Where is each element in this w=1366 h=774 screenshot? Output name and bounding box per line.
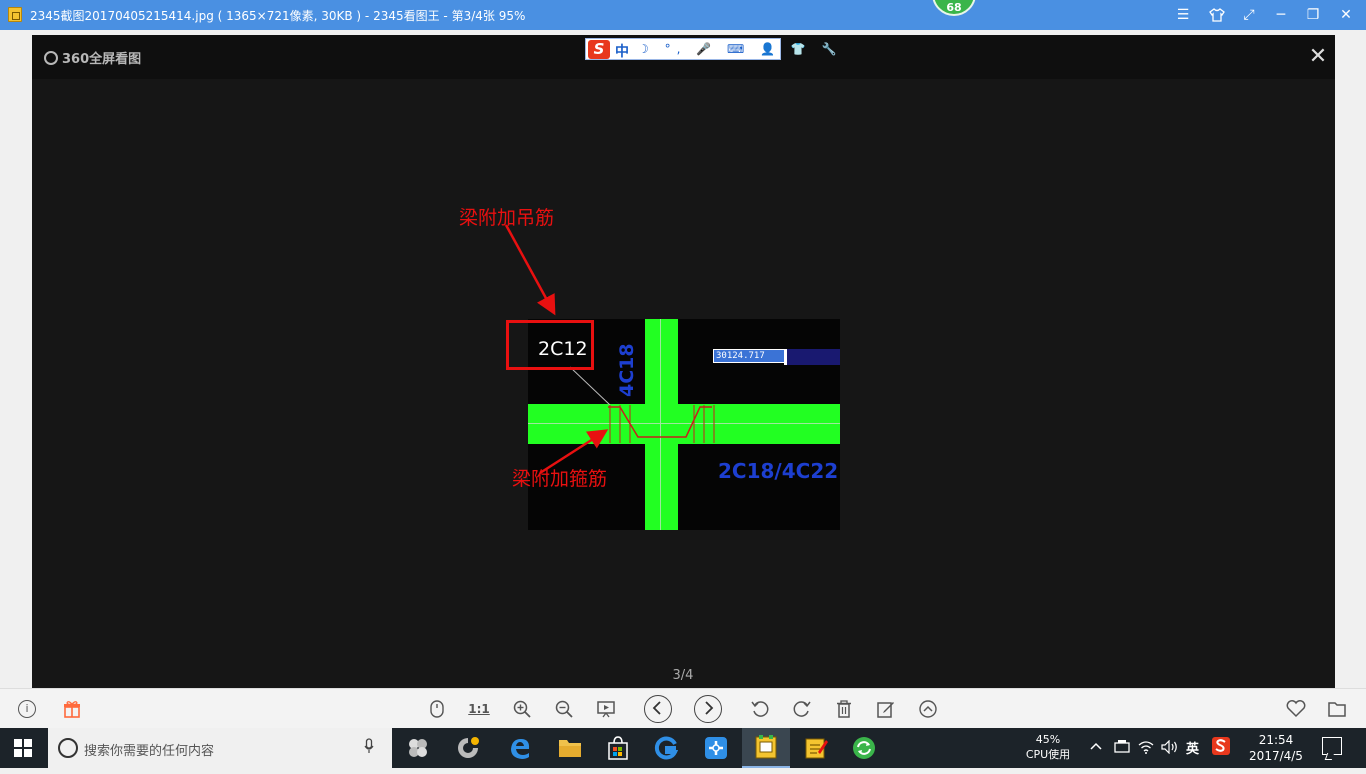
restore-button[interactable]: ❐	[1297, 0, 1329, 30]
taskbar-app-2345-viewer-icon[interactable]	[742, 728, 790, 768]
taskbar-app-remote-icon[interactable]	[692, 728, 740, 768]
delete-icon[interactable]	[832, 697, 856, 721]
taskbar-app-edge-icon[interactable]	[496, 728, 544, 768]
previous-image-button[interactable]	[644, 695, 672, 723]
windows-taskbar: 搜索你需要的任何内容 45% CPU使用 英 21:54 2017/4/5	[0, 728, 1366, 768]
next-image-button[interactable]	[694, 695, 722, 723]
action-center-icon[interactable]	[1322, 737, 1342, 755]
vertical-rebar-label: 4C18	[616, 343, 638, 397]
annotation-hanger-bar: 梁附加吊筋	[459, 207, 555, 229]
coordinate-input: 30124.717	[713, 349, 785, 363]
rotate-left-icon[interactable]	[748, 697, 772, 721]
actual-size-button[interactable]: 1:1	[467, 697, 491, 721]
edit-icon[interactable]	[874, 697, 898, 721]
taskbar-app-file-explorer-icon[interactable]	[546, 728, 594, 768]
tray-wifi-icon[interactable]	[1138, 738, 1154, 758]
open-folder-icon[interactable]	[1326, 697, 1350, 721]
fullscreen-button[interactable]: ⤢	[1233, 0, 1265, 30]
zoom-out-icon[interactable]	[552, 697, 576, 721]
tray-device-icon[interactable]	[1114, 738, 1130, 758]
clock-date: 2017/4/5	[1249, 749, 1303, 763]
tray-sogou-icon[interactable]	[1212, 737, 1230, 759]
cpu-usage-indicator[interactable]: 45% CPU使用	[1016, 732, 1080, 762]
logo-e-icon	[44, 51, 58, 65]
viewer-logo-text: 360全屏看图	[62, 52, 142, 67]
viewer-close-button[interactable]: ✕	[1303, 43, 1333, 71]
score-badge[interactable]: 68	[932, 0, 976, 16]
menu-icon[interactable]: ☰	[1167, 0, 1199, 30]
taskbar-app-store-icon[interactable]	[594, 728, 642, 768]
start-windows-icon[interactable]	[14, 739, 32, 757]
taskbar-clock[interactable]: 21:54 2017/4/5	[1244, 732, 1308, 764]
taskbar-app-photos-icon[interactable]	[394, 728, 442, 768]
favorite-heart-icon[interactable]	[1284, 697, 1308, 721]
beam-rebar-label: 2C18/4C22	[718, 459, 839, 483]
page-indicator: 3/4	[672, 668, 694, 683]
highlight-box	[506, 320, 594, 370]
coordinate-bar	[785, 349, 840, 365]
cortana-icon[interactable]	[58, 738, 78, 758]
viewer-logo: 360全屏看图	[44, 48, 141, 67]
search-placeholder[interactable]: 搜索你需要的任何内容	[84, 740, 214, 759]
mouse-icon[interactable]	[425, 697, 449, 721]
zoom-in-icon[interactable]	[510, 697, 534, 721]
tray-volume-icon[interactable]	[1161, 738, 1179, 758]
tray-expand-chevron-icon[interactable]	[1090, 738, 1102, 755]
viewer-toolbar: i 1:1	[0, 688, 1366, 728]
ime-toolbar[interactable]: S 中 ☽ °, 🎤 ⌨ 👤 👕 🔧	[585, 38, 837, 61]
clock-time: 21:54	[1258, 733, 1294, 747]
ime-mode[interactable]: 中	[615, 41, 629, 61]
taskbar-app-browser-360-icon[interactable]	[444, 728, 492, 768]
slideshow-icon[interactable]	[594, 697, 618, 721]
rotate-right-icon[interactable]	[790, 697, 814, 721]
sogou-logo-icon[interactable]: S	[588, 40, 610, 59]
ime-icons[interactable]: ☽ °, 🎤 ⌨ 👤 👕 🔧	[638, 42, 843, 56]
image-viewer[interactable]: 360全屏看图 ✕ S 中 ☽ °, 🎤 ⌨ 👤 👕 🔧 4C18 2C18/4…	[32, 35, 1335, 688]
info-icon[interactable]: i	[18, 700, 36, 718]
gift-icon[interactable]	[60, 697, 84, 721]
tray-ime-language[interactable]: 英	[1186, 738, 1199, 757]
annotation-stirrup: 梁附加箍筋	[512, 468, 608, 490]
taskbar-app-notepad-icon[interactable]	[792, 728, 840, 768]
more-up-icon[interactable]	[916, 697, 940, 721]
close-button[interactable]: ✕	[1330, 0, 1362, 30]
window-titlebar: 2345截图20170405215414.jpg ( 1365×721像素, 3…	[0, 0, 1366, 30]
taskbar-app-green-refresh-icon[interactable]	[840, 728, 888, 768]
taskbar-app-sogou-g-icon[interactable]	[642, 728, 690, 768]
app-icon	[8, 7, 22, 22]
cpu-percent: 45%	[1035, 733, 1061, 746]
minimize-button[interactable]: ─	[1265, 0, 1297, 30]
coordinate-cursor	[784, 349, 787, 365]
window-title: 2345截图20170405215414.jpg ( 1365×721像素, 3…	[30, 9, 526, 23]
taskbar-search-box[interactable]: 搜索你需要的任何内容	[48, 728, 392, 768]
skin-icon[interactable]	[1201, 0, 1233, 30]
microphone-icon[interactable]	[364, 738, 374, 758]
cpu-label: CPU使用	[1025, 748, 1071, 761]
